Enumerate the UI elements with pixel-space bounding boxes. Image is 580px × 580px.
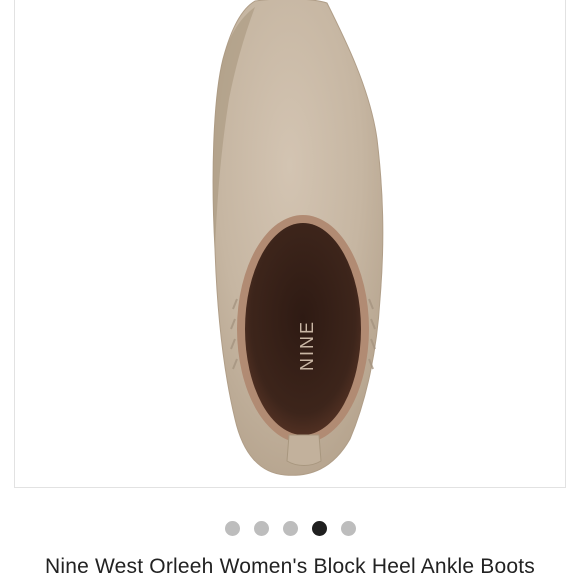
heel-pull-tab [286, 434, 322, 466]
carousel-pagination [0, 518, 580, 538]
carousel-dot-5[interactable] [340, 520, 356, 536]
product-image-frame[interactable]: NINE [14, 0, 566, 488]
carousel-dot-4-active[interactable] [311, 520, 327, 536]
carousel-dot-1[interactable] [224, 520, 240, 536]
carousel-dot-3[interactable] [282, 520, 298, 536]
product-title: Nine West Orleeh Women's Block Heel Ankl… [44, 555, 535, 578]
ankle-boot-image: NINE [212, 0, 384, 476]
carousel-dot-2[interactable] [253, 520, 269, 536]
insole-logo-text: NINE [297, 320, 317, 371]
